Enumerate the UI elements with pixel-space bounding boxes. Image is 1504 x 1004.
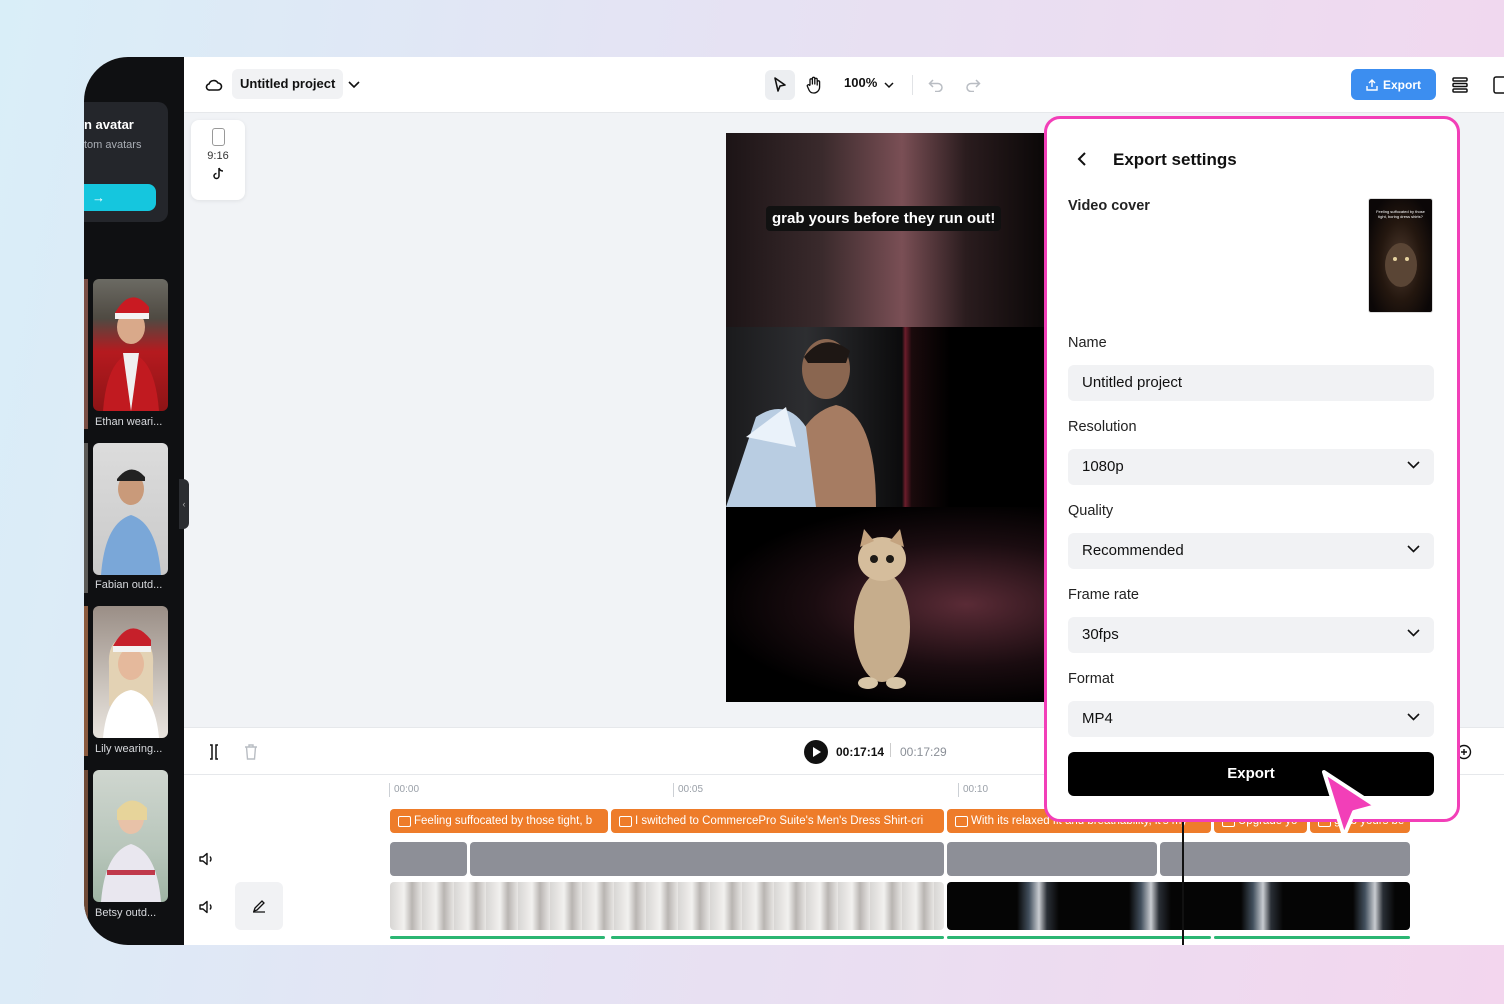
edit-cover-button[interactable]	[235, 882, 283, 930]
pencil-icon	[252, 900, 265, 913]
aspect-ratio-label: 9:16	[207, 150, 229, 162]
format-label: Format	[1068, 671, 1114, 687]
ruler-mark: 00:00	[389, 783, 419, 797]
collapse-sidebar-handle[interactable]: ‹	[179, 479, 189, 529]
cover-caption-text: Feeling suffocated by those tight, borin…	[1376, 209, 1425, 219]
name-label: Name	[1068, 335, 1107, 351]
panel-title: Export settings	[1113, 150, 1237, 169]
avatar-figure	[101, 800, 161, 902]
resolution-label: Resolution	[1068, 419, 1137, 435]
caption-clip[interactable]: Feeling suffocated by those tight, b	[390, 809, 608, 833]
video-cover-thumbnail[interactable]: Feeling suffocated by those tight, borin…	[1368, 198, 1433, 313]
pointer-cursor-icon	[1318, 768, 1384, 847]
export-settings-panel: Export settings Video cover Feeling suff…	[1044, 116, 1460, 822]
back-arrow-icon[interactable]	[1076, 151, 1088, 172]
hand-tool-icon[interactable]	[799, 70, 829, 100]
audio-clip[interactable]	[947, 842, 1157, 876]
avatar-label: Ethan weari...	[95, 416, 163, 428]
caption-clip[interactable]: I switched to CommercePro Suite's Men's …	[611, 809, 944, 833]
frame-rate-label: Frame rate	[1068, 587, 1139, 603]
partial-thumbnail	[84, 770, 88, 920]
custom-avatar-card: n avatar tom avatars →	[84, 102, 168, 222]
avatar-figure	[103, 628, 159, 738]
portrait-ratio-icon	[211, 128, 225, 146]
undo-icon[interactable]	[926, 75, 946, 95]
frame-rate-select[interactable]: 30fps	[1068, 617, 1434, 653]
preview-scene-kitten	[726, 507, 1046, 702]
video-clip[interactable]	[947, 882, 1410, 930]
avatar-label: Betsy outd...	[95, 907, 157, 919]
audio-clip[interactable]	[390, 842, 467, 876]
video-volume-icon[interactable]	[198, 899, 216, 915]
avatar-thumb-fabian[interactable]	[93, 443, 168, 575]
quality-value: Recommended	[1082, 542, 1184, 559]
partial-thumbnail	[84, 443, 88, 593]
resolution-value: 1080p	[1082, 458, 1124, 475]
chevron-down-icon	[1407, 461, 1420, 469]
chevron-down-icon	[1407, 713, 1420, 721]
avatar-figure	[103, 297, 159, 411]
select-tool-icon[interactable]	[765, 70, 795, 100]
upload-icon	[1366, 78, 1378, 91]
video-preview[interactable]: grab yours before they run out!	[726, 133, 1046, 702]
avatar-label: Fabian outd...	[95, 579, 163, 591]
zoom-level[interactable]: 100%	[844, 75, 877, 90]
resolution-select[interactable]: 1080p	[1068, 449, 1434, 485]
avatar-figure	[101, 469, 161, 575]
create-avatar-button[interactable]: →	[84, 184, 156, 211]
delete-icon[interactable]	[241, 742, 261, 762]
toolbar-divider	[912, 75, 913, 95]
zoom-chevron-icon[interactable]	[881, 77, 897, 93]
track-indicator	[1214, 936, 1410, 939]
name-input[interactable]: Untitled project	[1068, 365, 1434, 401]
video-caption-overlay[interactable]: grab yours before they run out!	[766, 206, 1002, 231]
format-value: MP4	[1082, 710, 1113, 727]
redo-icon[interactable]	[963, 75, 983, 95]
avatar-thumb-lily[interactable]	[93, 606, 168, 738]
audio-volume-icon[interactable]	[198, 851, 216, 867]
chevron-down-icon[interactable]	[346, 77, 362, 93]
quality-label: Quality	[1068, 503, 1114, 519]
split-icon[interactable]	[204, 742, 224, 762]
audio-clip[interactable]	[470, 842, 944, 876]
video-cover-label: Video cover	[1068, 198, 1150, 214]
play-icon	[812, 747, 821, 757]
project-name-field[interactable]: Untitled project	[232, 69, 344, 99]
avatar-thumb-betsy[interactable]	[93, 770, 168, 902]
aspect-ratio-selector[interactable]: 9:16	[191, 120, 245, 200]
ruler-mark: 00:05	[673, 783, 703, 797]
total-timecode: 00:17:29	[900, 745, 947, 759]
play-button[interactable]	[804, 740, 828, 764]
track-indicator	[947, 936, 1211, 939]
frame-rate-value: 30fps	[1082, 626, 1119, 643]
kitten-figure	[854, 529, 910, 689]
avatar-card-subtitle: tom avatars	[84, 139, 142, 151]
video-clip[interactable]	[390, 882, 944, 930]
avatar-card-title: n avatar	[84, 117, 134, 132]
cloud-save-icon[interactable]	[204, 75, 224, 95]
timecode-divider	[890, 743, 891, 757]
chevron-down-icon	[1407, 629, 1420, 637]
avatar-sidebar: n avatar tom avatars → Ethan weari... Fa…	[84, 57, 184, 945]
layers-icon[interactable]	[1450, 75, 1470, 95]
top-toolbar: Untitled project 100% Export	[184, 57, 1504, 113]
man-silhouette	[726, 339, 876, 507]
panel-toggle-icon[interactable]	[1490, 75, 1504, 95]
tiktok-icon	[191, 167, 245, 185]
audio-clip[interactable]	[1160, 842, 1410, 876]
export-button[interactable]: Export	[1351, 69, 1436, 100]
avatar-label: Lily wearing...	[95, 743, 163, 755]
format-select[interactable]: MP4	[1068, 701, 1434, 737]
track-indicator	[390, 936, 605, 939]
preview-scene-man	[726, 327, 1046, 507]
avatar-thumb-ethan[interactable]	[93, 279, 168, 411]
quality-select[interactable]: Recommended	[1068, 533, 1434, 569]
ruler-mark: 00:10	[958, 783, 988, 797]
export-button-label: Export	[1382, 77, 1421, 92]
current-timecode: 00:17:14	[836, 745, 885, 759]
track-indicator	[611, 936, 944, 939]
chevron-down-icon	[1407, 545, 1420, 553]
partial-thumbnail	[84, 606, 88, 756]
partial-thumbnail	[84, 279, 88, 429]
